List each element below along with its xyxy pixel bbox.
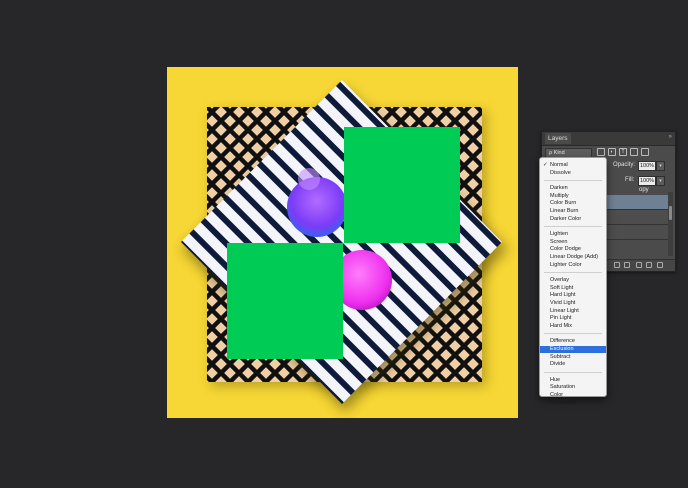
adjustment-filter-icon[interactable]: ◐ (608, 148, 616, 156)
opacity-label: Opacity: (613, 162, 636, 168)
new-layer-icon[interactable] (646, 262, 652, 268)
blend-mode-item-screen[interactable]: Screen (540, 239, 606, 246)
fx-icon[interactable] (614, 262, 620, 268)
blend-mode-item-linear-light[interactable]: Linear Light (540, 308, 606, 315)
menu-separator (544, 371, 602, 373)
checkmark-icon: ✓ (543, 162, 548, 168)
document-canvas[interactable] (167, 67, 518, 418)
green-square-top (344, 127, 460, 243)
layers-tab[interactable]: Layers (545, 133, 571, 144)
image-filter-icon[interactable] (597, 148, 605, 156)
opacity-dropdown-arrow-icon[interactable]: ▾ (656, 161, 665, 171)
blend-mode-item-color-dodge[interactable]: Color Dodge (540, 246, 606, 253)
blend-mode-item-soft-light[interactable]: Soft Light (540, 285, 606, 292)
collapse-icon[interactable]: » (669, 134, 672, 140)
blend-mode-item-hue[interactable]: Hue (540, 377, 606, 384)
purple-blob-shine (298, 168, 320, 190)
layer-name-fragment: opy (639, 187, 649, 193)
mask-icon[interactable] (624, 262, 630, 268)
blend-mode-item-hard-mix[interactable]: Hard Mix (540, 323, 606, 330)
menu-separator (544, 333, 602, 335)
layer-row[interactable] (604, 210, 668, 225)
blend-mode-item-lighter-color[interactable]: Lighter Color (540, 262, 606, 269)
layer-row[interactable] (604, 225, 668, 240)
blend-mode-item-color-burn[interactable]: Color Burn (540, 200, 606, 207)
type-filter-icon[interactable]: T (619, 148, 627, 156)
layers-scrollbar[interactable] (668, 192, 673, 256)
fill-input[interactable]: 100% (638, 176, 656, 186)
opacity-input[interactable]: 100% (638, 161, 656, 171)
blend-mode-item-vivid-light[interactable]: Vivid Light (540, 300, 606, 307)
blend-mode-item-subtract[interactable]: Subtract (540, 354, 606, 361)
menu-separator (544, 180, 602, 182)
shape-filter-icon[interactable] (630, 148, 638, 156)
blend-mode-item-divide[interactable]: Divide (540, 361, 606, 368)
blend-mode-item-dissolve[interactable]: Dissolve (540, 170, 606, 177)
blend-mode-item-linear-dodge-add[interactable]: Linear Dodge (Add) (540, 254, 606, 261)
blend-mode-item-hard-light[interactable]: Hard Light (540, 292, 606, 299)
blend-mode-item-normal[interactable]: Normal ✓ (540, 162, 606, 169)
menu-separator (544, 272, 602, 274)
layer-filter-icons: ◐ T (597, 148, 649, 156)
blend-mode-item-color[interactable]: Color (540, 392, 606, 399)
layer-row-selected[interactable] (604, 195, 668, 210)
blend-mode-menu: Normal ✓ Dissolve Darken Multiply Color Burn L… (539, 157, 607, 406)
blend-mode-item-overlay[interactable]: Overlay (540, 277, 606, 284)
blend-mode-item-linear-burn[interactable]: Linear Burn (540, 208, 606, 215)
folder-icon[interactable] (636, 262, 642, 268)
blend-mode-item-darken[interactable]: Darken (540, 185, 606, 192)
blend-mode-item-exclusion[interactable]: Exclusion (540, 346, 606, 353)
blend-mode-item-multiply[interactable]: Multiply (540, 193, 606, 200)
menu-separator (544, 226, 602, 228)
fill-dropdown-arrow-icon[interactable]: ▾ (656, 176, 665, 186)
trash-icon[interactable] (657, 262, 663, 268)
blend-mode-item-pin-light[interactable]: Pin Light (540, 315, 606, 322)
layers-panel-header: Layers » (542, 132, 675, 146)
blend-mode-item-darker-color[interactable]: Darker Color (540, 216, 606, 223)
green-square-bottom (227, 243, 343, 359)
blend-mode-item-saturation[interactable]: Saturation (540, 384, 606, 391)
blend-mode-item-difference[interactable]: Difference (540, 338, 606, 345)
blend-mode-item-luminosity[interactable]: Luminosity (540, 400, 606, 407)
scrollbar-thumb[interactable] (669, 206, 672, 220)
fill-label: Fill: (625, 177, 635, 183)
smart-object-filter-icon[interactable] (641, 148, 649, 156)
blend-mode-item-lighten[interactable]: Lighten (540, 231, 606, 238)
